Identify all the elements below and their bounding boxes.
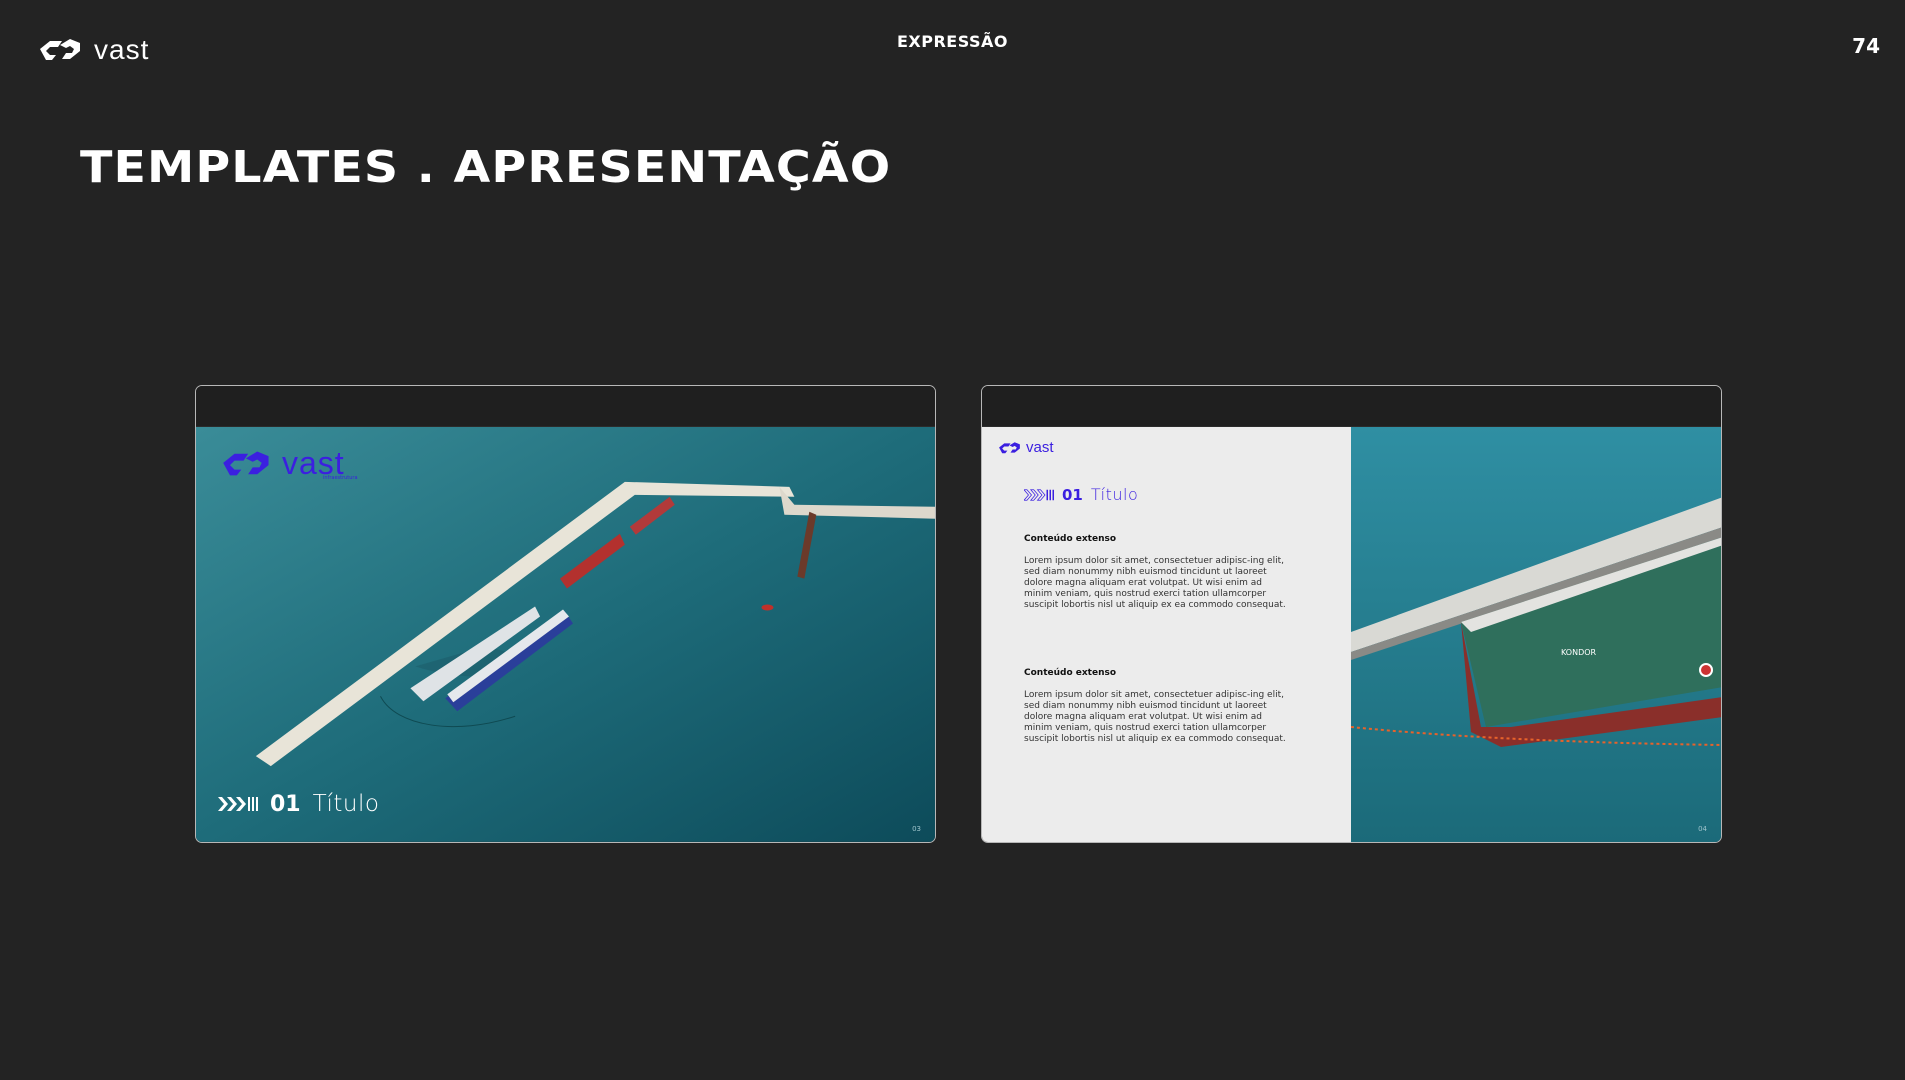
- content-body: Lorem ipsum dolor sit amet, consectetuer…: [1024, 690, 1286, 744]
- content-block-2: Conteúdo extenso Lorem ipsum dolor sit a…: [1024, 668, 1289, 745]
- cover-slide: vast infraestrutura 01 Título 03: [196, 427, 935, 842]
- slide-number: 01: [1062, 485, 1083, 504]
- slide-title-row: 01 Título: [218, 791, 379, 817]
- slide-preview-cover[interactable]: vast infraestrutura 01 Título 03: [195, 385, 936, 843]
- content-heading: Conteúdo extenso: [1024, 534, 1117, 544]
- page-number: 74: [1852, 34, 1880, 58]
- tanker-illustration: KONDOR: [1351, 427, 1721, 842]
- frame-top-bar: [196, 386, 935, 427]
- slide-title: Título: [312, 791, 380, 817]
- tanker-photo: KONDOR 04: [1351, 427, 1721, 842]
- slide-page-number: 04: [1698, 825, 1707, 833]
- slide-logo: vast: [997, 439, 1054, 456]
- vast-logo-mark-icon: [223, 451, 269, 475]
- slide-page-number: 03: [912, 825, 921, 833]
- slide-number: 01: [270, 791, 301, 817]
- section-label: EXPRESSÃO: [896, 32, 1009, 51]
- content-heading: Conteúdo extenso: [1024, 668, 1117, 678]
- vast-logo-mark-icon: [999, 441, 1020, 453]
- chevrons-icon: [218, 797, 258, 811]
- slide-title-row: 01 Título: [1024, 485, 1138, 504]
- content-body: Lorem ipsum dolor sit amet, consectetuer…: [1024, 556, 1286, 610]
- frame-top-bar: [982, 386, 1721, 427]
- slide-logo: vast infraestrutura: [218, 445, 358, 482]
- page-title: TEMPLATES . APRESENTAÇÃO: [80, 142, 892, 193]
- port-aerial-photo: [196, 427, 935, 842]
- slide-preview-content[interactable]: vast 01 Título Conteúdo extenso Lorem ip…: [981, 385, 1722, 843]
- text-panel: vast 01 Título Conteúdo extenso Lorem ip…: [982, 427, 1351, 842]
- ship-name: KONDOR: [1561, 648, 1597, 657]
- slide-title: Título: [1090, 485, 1139, 504]
- slide-logo-subtext: infraestrutura: [323, 475, 358, 481]
- content-block-1: Conteúdo extenso Lorem ipsum dolor sit a…: [1024, 534, 1289, 611]
- content-slide: vast 01 Título Conteúdo extenso Lorem ip…: [982, 427, 1721, 842]
- slide-logo-wordmark: vast: [1026, 439, 1054, 456]
- chevrons-icon: [1024, 488, 1054, 501]
